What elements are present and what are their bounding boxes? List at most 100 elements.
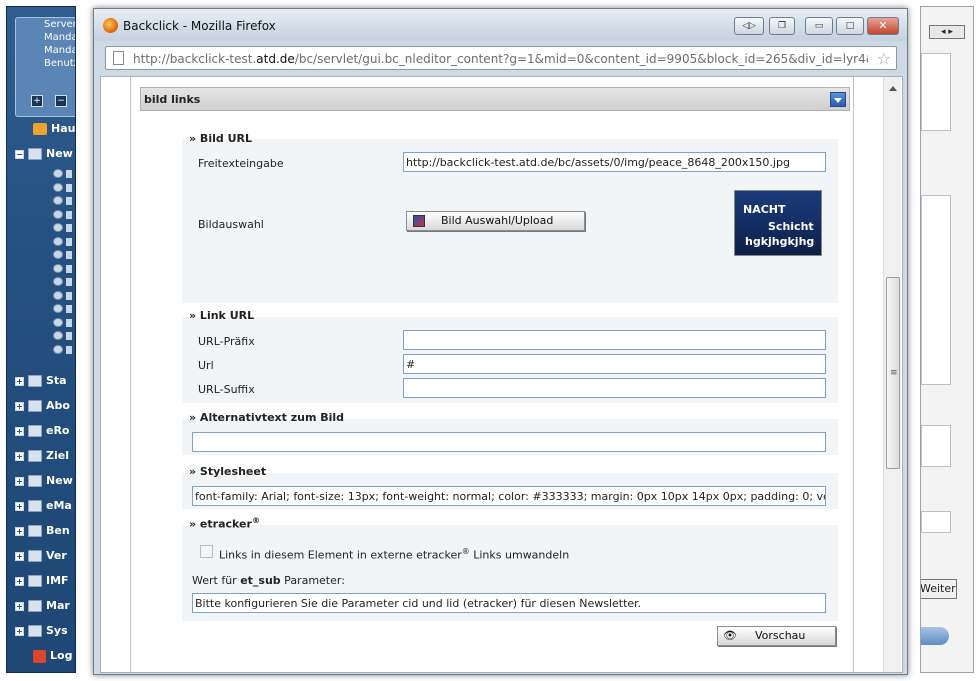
nav-item[interactable]: + eRo [15,424,70,442]
et-sub-label: Wert für et_sub Parameter: [192,574,345,587]
expand-icon[interactable]: + [15,576,24,586]
nav-item-label: eRo [46,424,70,437]
sub-item-icon[interactable] [53,196,72,205]
sub-item-icon[interactable] [53,318,72,327]
restore-icon[interactable]: ❐ [769,17,795,35]
nav-item[interactable]: + IMF [15,574,69,592]
scrollbar-thumb[interactable]: ≡ [886,277,900,469]
server-info-line: Serverz [44,19,75,30]
param-label-name: et_sub [240,574,281,587]
bookmark-star-icon[interactable]: ☆ [877,49,891,68]
url-input[interactable]: # [403,354,826,374]
nav-item-label: eMa [46,499,72,512]
nav-item-logout[interactable]: Log [33,649,72,667]
section-title: » Bild URL [189,132,252,145]
panel-title: bild links [144,93,201,106]
vertical-scrollbar[interactable]: ≡ [883,77,901,672]
background-right-pane: ◂ ▸ Weiter [920,6,974,673]
maximize-button[interactable]: □ [836,17,864,35]
page-viewport: bild links » Bild URL Freitexteingabe ht… [100,76,903,673]
etracker-checkbox-label[interactable]: Links in diesem Element in externe etrac… [219,547,569,562]
nav-item-label: Sta [46,374,67,387]
folder-icon [28,500,42,512]
etracker-checkbox[interactable] [200,545,213,558]
sub-item-icon[interactable] [53,304,72,313]
expand-icon[interactable]: + [15,626,24,636]
nav-item[interactable]: + Sta [15,374,67,392]
bg-select[interactable] [921,511,951,533]
folder-icon [28,550,42,562]
nav-item[interactable]: + Ziel [15,449,69,467]
image-preview[interactable]: NACHT Schicht hgkjhgkjhg [734,190,822,256]
nav-item-label: Ben [46,524,70,537]
nav-item-label: Sys [46,624,68,637]
expand-icon[interactable]: + [15,526,24,536]
sub-item-icon[interactable] [53,183,72,192]
expand-icon[interactable]: + [15,551,24,561]
expand-icon[interactable]: + [15,401,24,411]
folder-icon [28,475,42,487]
weiter-button[interactable]: Weiter [921,579,957,599]
dropdown-arrow-icon[interactable] [830,92,846,107]
sub-item-icon[interactable] [53,223,72,232]
sub-item-icon[interactable] [53,210,72,219]
upload-button-label: Bild Auswahl/Upload [441,214,554,227]
section-title: » etracker® [189,516,260,531]
url-suffix-input[interactable] [403,378,826,398]
nav-item[interactable]: + Sys [15,624,68,642]
expand-all-icon[interactable]: + [31,95,43,107]
address-bar[interactable]: http://backclick-test.atd.de/bc/servlet/… [105,46,897,70]
nav-item[interactable]: + New [15,474,73,492]
sub-item-icon[interactable] [53,264,72,273]
expand-icon[interactable]: + [15,501,24,511]
server-info-line: Benutze [44,58,75,69]
sub-item-icon[interactable] [53,331,72,340]
et-sub-input[interactable]: Bitte konfigurieren Sie die Parameter ci… [192,593,826,613]
alt-text-input[interactable] [192,432,826,452]
page-icon [113,51,124,65]
thumb-text: hgkjhgkjhg [745,235,815,248]
window-title: Backclick - Mozilla Firefox [123,19,276,33]
minimize-button[interactable]: ▭ [805,17,833,35]
nav-item[interactable]: + Abo [15,399,70,417]
expand-icon[interactable]: + [15,476,24,486]
sub-item-icon[interactable] [53,291,72,300]
expand-icon[interactable]: + [15,601,24,611]
nav-item-home[interactable]: Hau [33,122,75,140]
scroll-arrows-icon[interactable]: ◂ ▸ [929,25,965,39]
nav-item-newsletter[interactable]: − New [15,147,73,165]
nav-item[interactable]: + Ver [15,549,67,567]
nav-item[interactable]: + Ben [15,524,70,542]
title-bar[interactable]: Backclick - Mozilla Firefox ◁▷ ❐ ▭ □ ✕ [94,9,907,41]
sub-item-icon[interactable] [53,169,72,178]
sub-item-icon[interactable] [53,237,72,246]
collapse-icon[interactable]: − [15,149,24,159]
sub-item-icon[interactable] [53,250,72,259]
section-title: » Link URL [189,309,255,322]
expand-icon[interactable]: + [15,451,24,461]
nav-item-label: New [46,474,73,487]
panel-header: bild links [140,87,850,111]
expand-icon[interactable]: + [15,376,24,386]
sub-item-icon[interactable] [53,345,72,354]
url-text[interactable]: http://backclick-test.atd.de/bc/servlet/… [133,52,868,66]
bg-pill [921,627,949,645]
param-label-part: Wert für [192,574,241,587]
close-button[interactable]: ✕ [867,17,899,35]
freitext-input[interactable]: http://backclick-test.atd.de/bc/assets/0… [403,152,826,172]
url-prefix-input[interactable] [403,330,826,350]
sub-item-icon[interactable] [53,277,72,286]
collapse-all-icon[interactable]: − [55,95,67,107]
folder-icon [28,425,42,437]
preview-button[interactable]: 👁 Vorschau [717,626,836,646]
eye-icon: 👁 [723,629,737,642]
nav-item[interactable]: + eMa [15,499,72,517]
thumb-text: NACHT [743,203,786,216]
bild-upload-button[interactable]: Bild Auswahl/Upload [406,211,585,231]
logout-icon [33,649,46,663]
nav-item[interactable]: + Mar [15,599,70,617]
resize-icon[interactable]: ◁▷ [734,17,764,35]
scroll-up-icon[interactable] [889,86,897,91]
expand-icon[interactable]: + [15,426,24,436]
stylesheet-input[interactable]: font-family: Arial; font-size: 13px; fon… [192,486,826,506]
